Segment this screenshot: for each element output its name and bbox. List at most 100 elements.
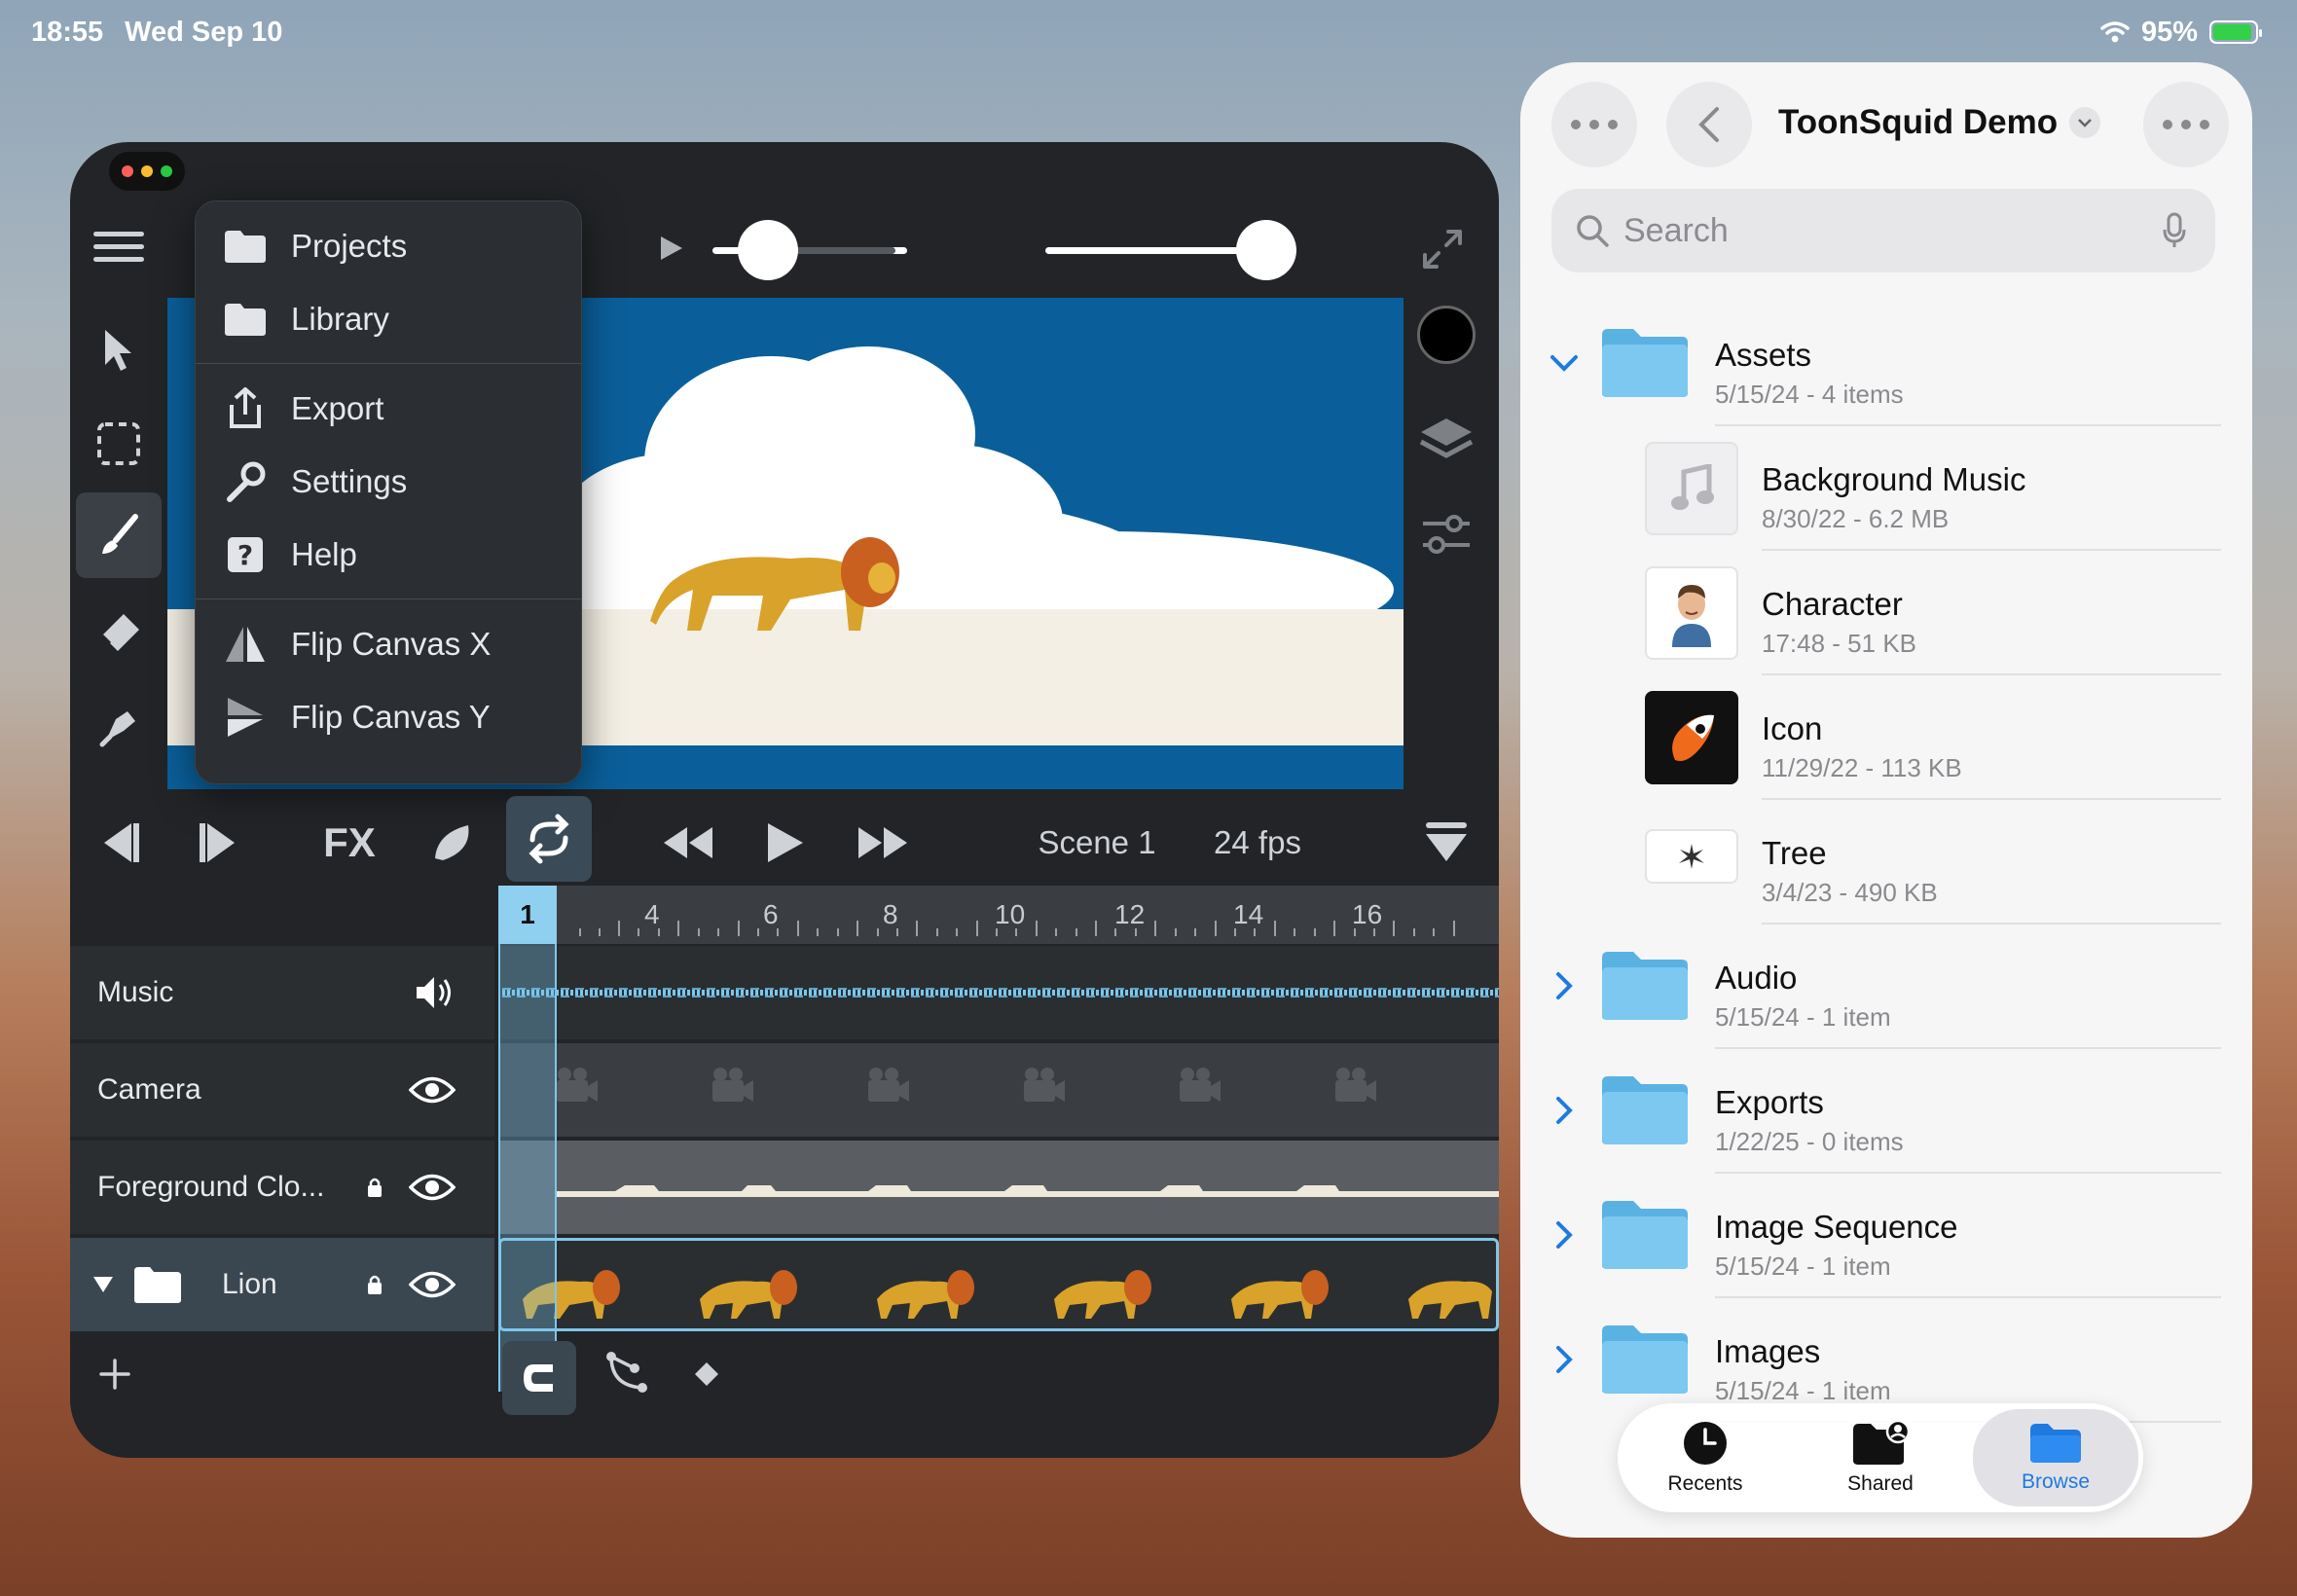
- lion-frame-thumb: [1231, 1270, 1329, 1319]
- chevron-down-icon[interactable]: [1550, 354, 1579, 374]
- camera-keyframe-icon: [1024, 1068, 1065, 1102]
- rewind-icon[interactable]: [654, 800, 722, 886]
- share-icon: [230, 386, 261, 428]
- folder-icon: [1602, 1201, 1688, 1269]
- tab-shared[interactable]: Shared: [1798, 1409, 1963, 1506]
- onion-skin-icon[interactable]: [420, 800, 489, 886]
- menu-item-library[interactable]: Library: [196, 282, 581, 355]
- window-controls[interactable]: [109, 152, 185, 191]
- list-item-image-sequence[interactable]: Image Sequence 5/15/24 - 1 item: [1520, 1174, 2252, 1298]
- timeline-ruler[interactable]: 4 6 8 10 12 14 16: [498, 886, 1499, 944]
- current-frame-label[interactable]: 1: [498, 886, 557, 944]
- fx-button[interactable]: FX: [315, 800, 383, 886]
- layer-row-music[interactable]: Music: [70, 946, 494, 1039]
- more-options-right-icon[interactable]: [2143, 82, 2229, 167]
- list-item-tree[interactable]: Tree 3/4/23 - 490 KB: [1520, 800, 2252, 925]
- battery-icon: [2209, 20, 2262, 44]
- menu-item-projects[interactable]: Projects: [196, 209, 581, 282]
- folder-icon: [1602, 1325, 1688, 1394]
- camera-keyframe-icon: [557, 1068, 598, 1102]
- add-layer-icon[interactable]: [97, 1357, 132, 1392]
- snap-magnet-icon[interactable]: [502, 1341, 576, 1415]
- chevron-right-icon[interactable]: [1555, 1220, 1575, 1250]
- next-keyframe-icon[interactable]: [187, 800, 255, 886]
- timeline-collapse-icon[interactable]: [1417, 800, 1476, 886]
- eye-icon[interactable]: [409, 1073, 456, 1106]
- clock-icon: [1684, 1422, 1727, 1465]
- status-date: Wed Sep 10: [125, 16, 283, 48]
- ruler-tick: 8: [883, 899, 898, 929]
- ruler-tick: 14: [1233, 899, 1264, 929]
- tab-recents[interactable]: Recents: [1622, 1409, 1788, 1506]
- lion-track[interactable]: [498, 1238, 1499, 1331]
- range-track-right: [1045, 247, 1240, 254]
- loop-icon[interactable]: [506, 796, 592, 882]
- list-item-icon[interactable]: Icon 11/29/22 - 113 KB: [1520, 675, 2252, 800]
- hamburger-menu-icon[interactable]: [93, 226, 144, 265]
- keyframe-diamond-icon[interactable]: [693, 1360, 720, 1388]
- layers-icon[interactable]: [1417, 415, 1476, 463]
- music-track[interactable]: [498, 946, 1499, 1039]
- folder-icon: [1602, 1076, 1688, 1144]
- chevron-right-icon[interactable]: [1555, 971, 1575, 1000]
- fast-forward-icon[interactable]: [849, 800, 917, 886]
- layer-row-camera[interactable]: Camera: [70, 1043, 494, 1137]
- list-item-audio[interactable]: Audio 5/15/24 - 1 item: [1520, 925, 2252, 1049]
- menu-item-flip-canvas-x[interactable]: Flip Canvas X: [196, 607, 581, 680]
- main-menu: Projects Library Export Settings ? Help …: [195, 200, 582, 784]
- chevron-down-icon[interactable]: [2069, 107, 2101, 138]
- menu-item-export[interactable]: Export: [196, 372, 581, 445]
- menu-item-settings[interactable]: Settings: [196, 445, 581, 518]
- folder-title[interactable]: ToonSquid Demo: [1778, 103, 2101, 142]
- folder-icon: [1602, 952, 1688, 1020]
- wifi-icon: [2100, 21, 2130, 43]
- list-item-assets[interactable]: Assets 5/15/24 - 4 items: [1520, 302, 2252, 426]
- adjustments-icon[interactable]: [1417, 510, 1476, 559]
- scene-label[interactable]: Scene 1: [1024, 800, 1170, 886]
- lock-icon[interactable]: [366, 1274, 383, 1295]
- disclosure-triangle-icon[interactable]: [91, 1275, 115, 1294]
- preview-play-icon[interactable]: [659, 235, 684, 267]
- camera-track[interactable]: [498, 1043, 1499, 1137]
- search-field[interactable]: Search: [1551, 189, 2215, 272]
- chevron-right-icon[interactable]: [1555, 1345, 1575, 1374]
- marquee-select-icon[interactable]: [76, 401, 162, 487]
- eye-icon[interactable]: [409, 1171, 456, 1204]
- wrench-icon: [227, 461, 266, 502]
- lion-frame-thumb: [1054, 1270, 1151, 1319]
- range-start-knob[interactable]: [738, 220, 798, 280]
- brush-icon[interactable]: [76, 492, 162, 578]
- playhead[interactable]: [498, 886, 557, 1392]
- eye-icon[interactable]: [409, 1268, 456, 1301]
- layer-name: Lion: [222, 1268, 277, 1300]
- layer-name: Foreground Clo...: [97, 1171, 325, 1203]
- select-arrow-icon[interactable]: [76, 308, 162, 393]
- tab-browse[interactable]: Browse: [1973, 1409, 2138, 1506]
- list-item-background-music[interactable]: Background Music 8/30/22 - 6.2 MB: [1520, 426, 2252, 551]
- chevron-right-icon[interactable]: [1555, 1096, 1575, 1125]
- ruler-tick: 10: [995, 899, 1026, 929]
- lock-icon[interactable]: [366, 1177, 383, 1198]
- back-chevron-icon[interactable]: [1666, 82, 1752, 167]
- menu-item-help[interactable]: ? Help: [196, 518, 581, 591]
- fps-label[interactable]: 24 fps: [1199, 800, 1316, 886]
- prev-keyframe-icon[interactable]: [84, 800, 152, 886]
- list-item-exports[interactable]: Exports 1/22/25 - 0 items: [1520, 1049, 2252, 1174]
- color-picker-swatch[interactable]: [1417, 306, 1476, 364]
- eraser-icon[interactable]: [76, 590, 162, 675]
- motion-path-icon[interactable]: [603, 1349, 650, 1396]
- folder-icon: [225, 230, 266, 263]
- expand-icon[interactable]: [1417, 224, 1468, 274]
- layer-row-lion[interactable]: Lion: [70, 1238, 494, 1331]
- speaker-icon[interactable]: [413, 973, 456, 1012]
- fill-bucket-icon[interactable]: [76, 683, 162, 769]
- list-item-character[interactable]: Character 17:48 - 51 KB: [1520, 551, 2252, 675]
- layer-row-foreground-clouds[interactable]: Foreground Clo...: [70, 1141, 494, 1234]
- more-options-left-icon[interactable]: [1551, 82, 1637, 167]
- microphone-icon[interactable]: [2163, 212, 2186, 249]
- foreground-clouds-track[interactable]: [498, 1141, 1499, 1234]
- play-icon[interactable]: [751, 800, 820, 886]
- menu-item-flip-canvas-y[interactable]: Flip Canvas Y: [196, 680, 581, 753]
- range-end-knob[interactable]: [1236, 220, 1296, 280]
- flip-x-icon: [226, 626, 265, 662]
